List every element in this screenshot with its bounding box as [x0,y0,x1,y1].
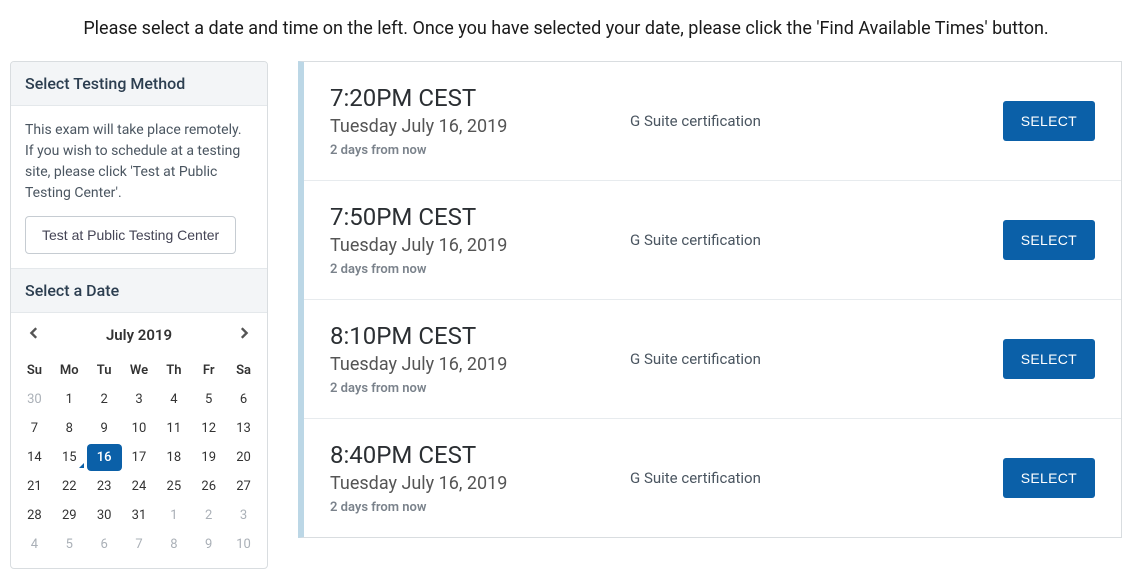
calendar-day[interactable]: 16 [87,444,122,471]
calendar-day[interactable]: 1 [156,502,191,529]
slot-relative: 2 days from now [330,143,630,158]
calendar-dow: Tu [87,357,122,384]
slot-description: G Suite certification [630,350,1003,368]
calendar-day[interactable]: 8 [156,531,191,558]
calendar-day[interactable]: 19 [191,444,226,471]
select-button[interactable]: SELECT [1003,101,1095,141]
timeslot-column: 7:20PM CEST Tuesday July 16, 2019 2 days f… [298,61,1122,569]
testing-method-panel: Select Testing Method This exam will tak… [10,61,268,569]
timeslot-row: 8:10PM CEST Tuesday July 16, 2019 2 days f… [304,300,1121,419]
calendar-day[interactable]: 14 [17,444,52,471]
calendar-day[interactable]: 10 [122,415,157,442]
calendar-day[interactable]: 13 [226,415,261,442]
select-button[interactable]: SELECT [1003,220,1095,260]
calendar-day[interactable]: 8 [52,415,87,442]
calendar-day[interactable]: 27 [226,473,261,500]
timeslot-row: 7:50PM CEST Tuesday July 16, 2019 2 days f… [304,181,1121,300]
calendar-day[interactable]: 18 [156,444,191,471]
slot-description: G Suite certification [630,231,1003,249]
calendar-dow: Th [156,357,191,384]
calendar-day[interactable]: 6 [87,531,122,558]
calendar-day[interactable]: 30 [17,386,52,413]
calendar-day[interactable]: 9 [191,531,226,558]
select-button[interactable]: SELECT [1003,339,1095,379]
slot-date: Tuesday July 16, 2019 [330,235,630,256]
slot-description: G Suite certification [630,469,1003,487]
instruction-text: Please select a date and time on the lef… [0,0,1132,61]
slot-time: 8:10PM CEST [330,322,630,350]
calendar-day[interactable]: 1 [52,386,87,413]
calendar-day[interactable]: 23 [87,473,122,500]
slot-description: G Suite certification [630,112,1003,130]
sidebar: Select Testing Method This exam will tak… [10,61,268,569]
calendar-day[interactable]: 15 [52,444,87,471]
select-button[interactable]: SELECT [1003,458,1095,498]
slot-relative: 2 days from now [330,381,630,396]
calendar-day[interactable]: 9 [87,415,122,442]
testing-method-desc: This exam will take place remotely. If y… [25,120,253,204]
select-date-header: Select a Date [11,268,267,313]
calendar-month-label: July 2019 [106,326,172,344]
next-month-icon[interactable] [233,323,253,347]
slot-time-block: 7:50PM CEST Tuesday July 16, 2019 2 days f… [330,203,630,277]
calendar-day[interactable]: 31 [122,502,157,529]
calendar-dow: Sa [226,357,261,384]
calendar-day[interactable]: 3 [122,386,157,413]
calendar-day[interactable]: 29 [52,502,87,529]
testing-method-header: Select Testing Method [11,62,267,106]
slot-date: Tuesday July 16, 2019 [330,116,630,137]
timeslot-row: 7:20PM CEST Tuesday July 16, 2019 2 days f… [304,62,1121,181]
calendar-day[interactable]: 10 [226,531,261,558]
calendar-day[interactable]: 28 [17,502,52,529]
calendar-dow: Su [17,357,52,384]
slot-time: 7:50PM CEST [330,203,630,231]
calendar-day[interactable]: 2 [191,502,226,529]
calendar-dow: Mo [52,357,87,384]
calendar-day[interactable]: 7 [122,531,157,558]
calendar-day[interactable]: 26 [191,473,226,500]
calendar-day[interactable]: 7 [17,415,52,442]
prev-month-icon[interactable] [25,323,45,347]
calendar-day[interactable]: 4 [156,386,191,413]
test-center-button[interactable]: Test at Public Testing Center [25,216,236,254]
slot-time-block: 8:40PM CEST Tuesday July 16, 2019 2 days f… [330,441,630,515]
calendar-day[interactable]: 5 [52,531,87,558]
calendar-day[interactable]: 6 [226,386,261,413]
calendar-day[interactable]: 25 [156,473,191,500]
slot-time-block: 8:10PM CEST Tuesday July 16, 2019 2 days f… [330,322,630,396]
slot-relative: 2 days from now [330,500,630,515]
slot-time: 7:20PM CEST [330,84,630,112]
calendar-day[interactable]: 4 [17,531,52,558]
slot-date: Tuesday July 16, 2019 [330,473,630,494]
calendar-day[interactable]: 17 [122,444,157,471]
slot-time-block: 7:20PM CEST Tuesday July 16, 2019 2 days f… [330,84,630,158]
slot-time: 8:40PM CEST [330,441,630,469]
calendar-day[interactable]: 22 [52,473,87,500]
calendar-day[interactable]: 11 [156,415,191,442]
calendar-day[interactable]: 21 [17,473,52,500]
calendar-day[interactable]: 5 [191,386,226,413]
calendar-dow: Fr [191,357,226,384]
calendar: July 2019 SuMoTuWeThFrSa3012345678910111… [11,313,267,568]
calendar-day[interactable]: 24 [122,473,157,500]
calendar-dow: We [122,357,157,384]
calendar-day[interactable]: 3 [226,502,261,529]
calendar-day[interactable]: 2 [87,386,122,413]
calendar-day[interactable]: 20 [226,444,261,471]
slot-relative: 2 days from now [330,262,630,277]
timeslot-row: 8:40PM CEST Tuesday July 16, 2019 2 days f… [304,419,1121,537]
calendar-day[interactable]: 12 [191,415,226,442]
slot-date: Tuesday July 16, 2019 [330,354,630,375]
calendar-day[interactable]: 30 [87,502,122,529]
